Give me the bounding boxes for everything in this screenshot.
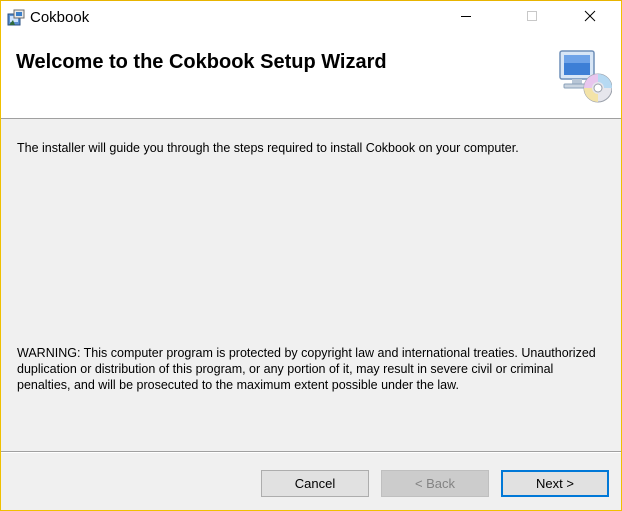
window-title: Cokbook — [30, 9, 90, 26]
maximize-icon — [526, 9, 538, 27]
installer-window: Cokbook Welcome to the Cokbook Setup Wiz… — [0, 0, 622, 511]
copyright-warning: WARNING: This computer program is protec… — [17, 346, 596, 392]
close-button[interactable] — [567, 1, 613, 35]
minimize-icon — [460, 9, 472, 27]
computer-disc-icon — [554, 48, 613, 104]
next-button[interactable]: Next > — [501, 470, 609, 497]
close-icon — [584, 9, 596, 27]
title-bar[interactable]: Cokbook — [1, 1, 621, 35]
installer-icon — [6, 8, 26, 28]
footer-divider — [1, 451, 621, 453]
maximize-button[interactable] — [509, 1, 555, 35]
page-title: Welcome to the Cokbook Setup Wizard — [16, 51, 387, 73]
intro-text: The installer will guide you through the… — [17, 141, 519, 155]
wizard-header: Welcome to the Cokbook Setup Wizard — [1, 35, 621, 119]
cancel-button[interactable]: Cancel — [261, 470, 369, 497]
back-button[interactable]: < Back — [381, 470, 489, 497]
minimize-button[interactable] — [443, 1, 489, 35]
